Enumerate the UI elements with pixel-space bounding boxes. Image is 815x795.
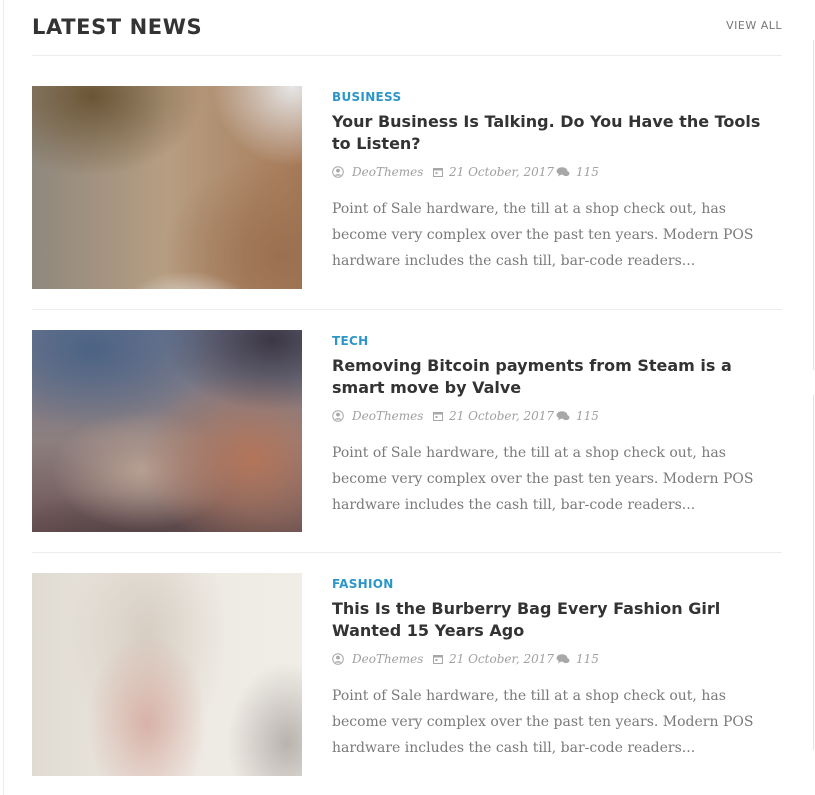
article-excerpt: Point of Sale hardware, the till at a sh… — [332, 688, 754, 756]
calendar-icon — [432, 410, 444, 422]
article-category-link[interactable]: BUSINESS — [332, 90, 401, 104]
article-thumbnail[interactable] — [32, 330, 302, 532]
news-article: FASHION This Is the Burberry Bag Every F… — [32, 573, 782, 776]
article-title-link[interactable]: Your Business Is Talking. Do You Have th… — [332, 111, 772, 155]
article-title-link[interactable]: Removing Bitcoin payments from Steam is … — [332, 355, 772, 399]
comments-icon — [556, 653, 570, 665]
author-icon — [332, 166, 344, 178]
calendar-icon — [432, 653, 444, 665]
article-title-link[interactable]: This Is the Burberry Bag Every Fashion G… — [332, 598, 772, 642]
article-comments-count[interactable]: 115 — [576, 408, 599, 424]
article-excerpt: Point of Sale hardware, the till at a sh… — [332, 445, 754, 513]
article-comments-count[interactable]: 115 — [576, 651, 599, 667]
view-all-link[interactable]: VIEW ALL — [726, 19, 782, 32]
article-thumbnail[interactable] — [32, 86, 302, 289]
article-category-link[interactable]: FASHION — [332, 577, 394, 591]
article-thumbnail[interactable] — [32, 573, 302, 776]
article-date: 21 October, 2017 — [449, 409, 555, 423]
right-border — [813, 395, 814, 750]
article-comments-count[interactable]: 115 — [576, 164, 599, 180]
divider — [32, 309, 782, 310]
article-author[interactable]: DeoThemes — [352, 651, 423, 667]
right-border — [813, 40, 814, 370]
article-excerpt: Point of Sale hardware, the till at a sh… — [332, 201, 754, 269]
article-date: 21 October, 2017 — [449, 652, 555, 666]
author-icon — [332, 410, 344, 422]
left-border — [3, 0, 4, 795]
calendar-icon — [432, 166, 444, 178]
article-author[interactable]: DeoThemes — [352, 164, 423, 180]
section-header: LATEST NEWS VIEW ALL — [32, 0, 782, 56]
comments-icon — [556, 410, 570, 422]
news-article: BUSINESS Your Business Is Talking. Do Yo… — [32, 86, 782, 289]
article-date: 21 October, 2017 — [449, 165, 555, 179]
author-icon — [332, 653, 344, 665]
comments-icon — [556, 166, 570, 178]
article-category-link[interactable]: TECH — [332, 334, 368, 348]
article-author[interactable]: DeoThemes — [352, 408, 423, 424]
news-article: TECH Removing Bitcoin payments from Stea… — [32, 330, 782, 532]
divider — [32, 552, 782, 553]
section-title: LATEST NEWS — [32, 15, 203, 39]
